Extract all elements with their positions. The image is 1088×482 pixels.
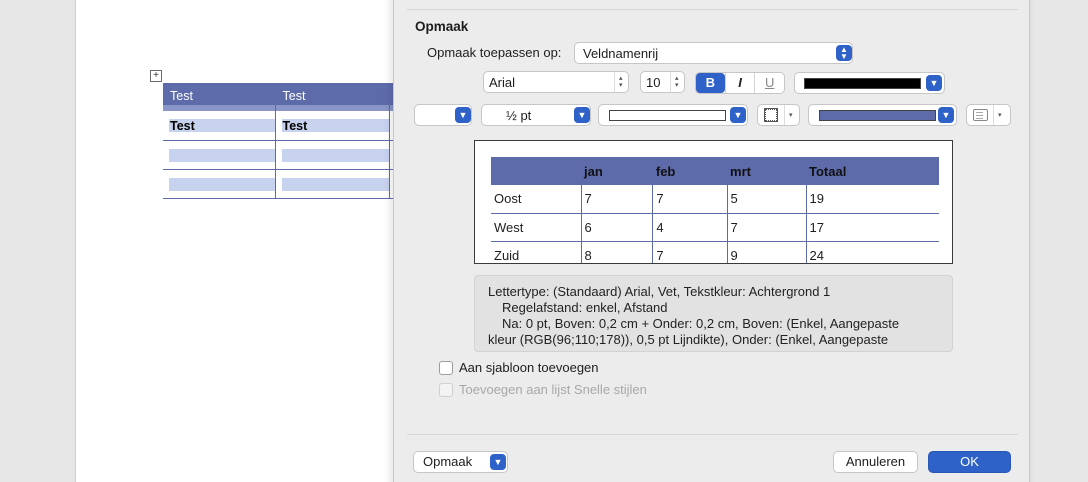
preview-cell: 8 (580, 241, 653, 263)
border-width-value: ½ pt (506, 108, 532, 123)
style-preview: jan feb mrt Totaal Oost 7 7 5 19 West 6 … (474, 140, 953, 264)
border-width-select[interactable]: ½ pt ▼ (481, 104, 591, 126)
window-background (0, 0, 76, 482)
description-line: Na: 0 pt, Boven: 0,2 cm + Onder: 0,2 cm,… (502, 316, 900, 331)
border-style-select[interactable]: ▼ (414, 104, 472, 126)
format-menu-label: Opmaak (423, 454, 473, 469)
text-color-select[interactable]: ▼ (794, 72, 945, 94)
preview-cell: 5 (726, 185, 806, 214)
alignment-select[interactable]: — — — ▾ (966, 104, 1011, 126)
table-cell[interactable] (274, 169, 389, 199)
table-move-handle-icon[interactable]: + (150, 70, 162, 82)
updown-chevron-icon: ▲ ▼ (836, 45, 852, 61)
preview-header-cell (491, 157, 581, 185)
description-line: kleur (RGB(96;110;178)), 0,5 pt Lijndikt… (488, 332, 889, 347)
font-family-value: Arial (489, 75, 516, 90)
table-cell[interactable] (163, 140, 275, 170)
preview-cell: 7 (726, 213, 806, 242)
table-cell-text: Test (170, 119, 195, 133)
preview-cell: 4 (652, 213, 728, 242)
font-family-select[interactable]: Arial ▴ ▾ (483, 71, 629, 93)
font-size-select[interactable]: 10 ▴ ▾ (640, 71, 685, 93)
add-to-quick-styles-checkbox (439, 383, 453, 397)
preview-header-row: jan feb mrt Totaal (491, 157, 939, 185)
cancel-button[interactable]: Annuleren (833, 451, 918, 473)
table-row (163, 140, 403, 170)
chevron-down-icon: ▼ (926, 75, 942, 91)
table-row: Test Test (163, 111, 403, 141)
border-position-select[interactable]: ▾ (757, 104, 800, 126)
table-cell[interactable]: Test (163, 111, 275, 141)
table-cell-text: Test (170, 89, 193, 103)
preview-header-cell: Totaal (806, 157, 939, 185)
font-size-value: 10 (646, 75, 661, 90)
preview-cell: 7 (580, 185, 653, 214)
apply-to-value: Veldnamenrij (583, 46, 659, 61)
table-cell-text: Test (282, 119, 308, 133)
chevron-down-icon: ▼ (574, 107, 590, 123)
table-cell-text: Test (282, 89, 306, 103)
chevron-down-icon: ▼ (730, 107, 746, 123)
preview-cell: Zuid (491, 241, 581, 263)
add-to-template-checkbox[interactable] (439, 361, 453, 375)
apply-to-label: Opmaak toepassen op: (427, 45, 562, 60)
chevron-down-icon: ▼ (938, 107, 954, 123)
add-to-template-label[interactable]: Aan sjabloon toevoegen (459, 360, 599, 375)
description-line: Regelafstand: enkel, Afstand (502, 300, 668, 315)
preview-cell: West (491, 213, 581, 242)
table-cell[interactable]: Test (274, 111, 389, 141)
border-box-icon (764, 108, 778, 122)
preview-row: West 6 4 7 17 (491, 213, 939, 242)
format-menu-button[interactable]: Opmaak ▼ (413, 451, 508, 473)
preview-cell: 17 (805, 213, 939, 242)
text-color-swatch (804, 78, 921, 89)
dropdown-arrow-icon: ▴ ▾ (675, 75, 679, 89)
shading-color-swatch (819, 110, 936, 121)
style-description: Lettertype: (Standaard) Arial, Vet, Teks… (474, 275, 953, 352)
border-color-select[interactable]: ▼ (598, 104, 748, 126)
dropdown-arrow-icon: ▾ (789, 112, 793, 119)
font-style-segmented-control: B I U (695, 72, 785, 94)
preview-cell: 24 (805, 241, 939, 263)
preview-row: Zuid 8 7 9 24 (491, 241, 939, 263)
preview-cell: Oost (491, 185, 581, 214)
description-line: Lettertype: (Standaard) Arial, Vet, Teks… (488, 284, 831, 299)
apply-to-select[interactable]: Veldnamenrij ▲ ▼ (574, 42, 853, 64)
preview-cell: 19 (805, 185, 939, 214)
table-cell[interactable] (163, 169, 275, 199)
add-to-quick-styles-label: Toevoegen aan lijst Snelle stijlen (459, 382, 647, 397)
table-row (163, 169, 403, 199)
preview-cell: 6 (580, 213, 653, 242)
preview-header-cell: feb (652, 157, 728, 185)
underline-button[interactable]: U (754, 73, 784, 93)
document-table: Test Test Test Test (163, 83, 403, 199)
ok-button[interactable]: OK (928, 451, 1011, 473)
preview-row: Oost 7 7 5 19 (491, 185, 939, 214)
shading-color-select[interactable]: ▼ (808, 104, 957, 126)
table-cell[interactable]: Test (274, 83, 389, 111)
preview-cell: 7 (652, 241, 728, 263)
preview-cell: 7 (652, 185, 728, 214)
table-cell[interactable] (274, 140, 389, 170)
document-page (76, 0, 416, 482)
preview-cell: 9 (726, 241, 806, 263)
table-style-dialog: Opmaak Opmaak toepassen op: Veldnamenrij… (393, 0, 1030, 482)
italic-button[interactable]: I (724, 73, 755, 93)
section-title: Opmaak (415, 19, 469, 34)
preview-header-cell: jan (581, 157, 653, 185)
table-header-row: Test Test (163, 83, 403, 111)
preview-header-cell: mrt (727, 157, 806, 185)
preview-table: jan feb mrt Totaal Oost 7 7 5 19 West 6 … (491, 157, 939, 263)
dropdown-arrow-icon: ▾ (998, 112, 1002, 119)
dropdown-arrow-icon: ▴ ▾ (619, 75, 623, 89)
table-cell[interactable]: Test (163, 83, 275, 111)
bold-button[interactable]: B (696, 73, 725, 93)
align-left-icon: — — — (973, 109, 988, 122)
divider (407, 434, 1018, 435)
chevron-down-icon: ▼ (490, 454, 506, 470)
chevron-down-icon: ▼ (455, 107, 471, 123)
border-color-swatch (609, 110, 726, 121)
divider (407, 9, 1018, 10)
